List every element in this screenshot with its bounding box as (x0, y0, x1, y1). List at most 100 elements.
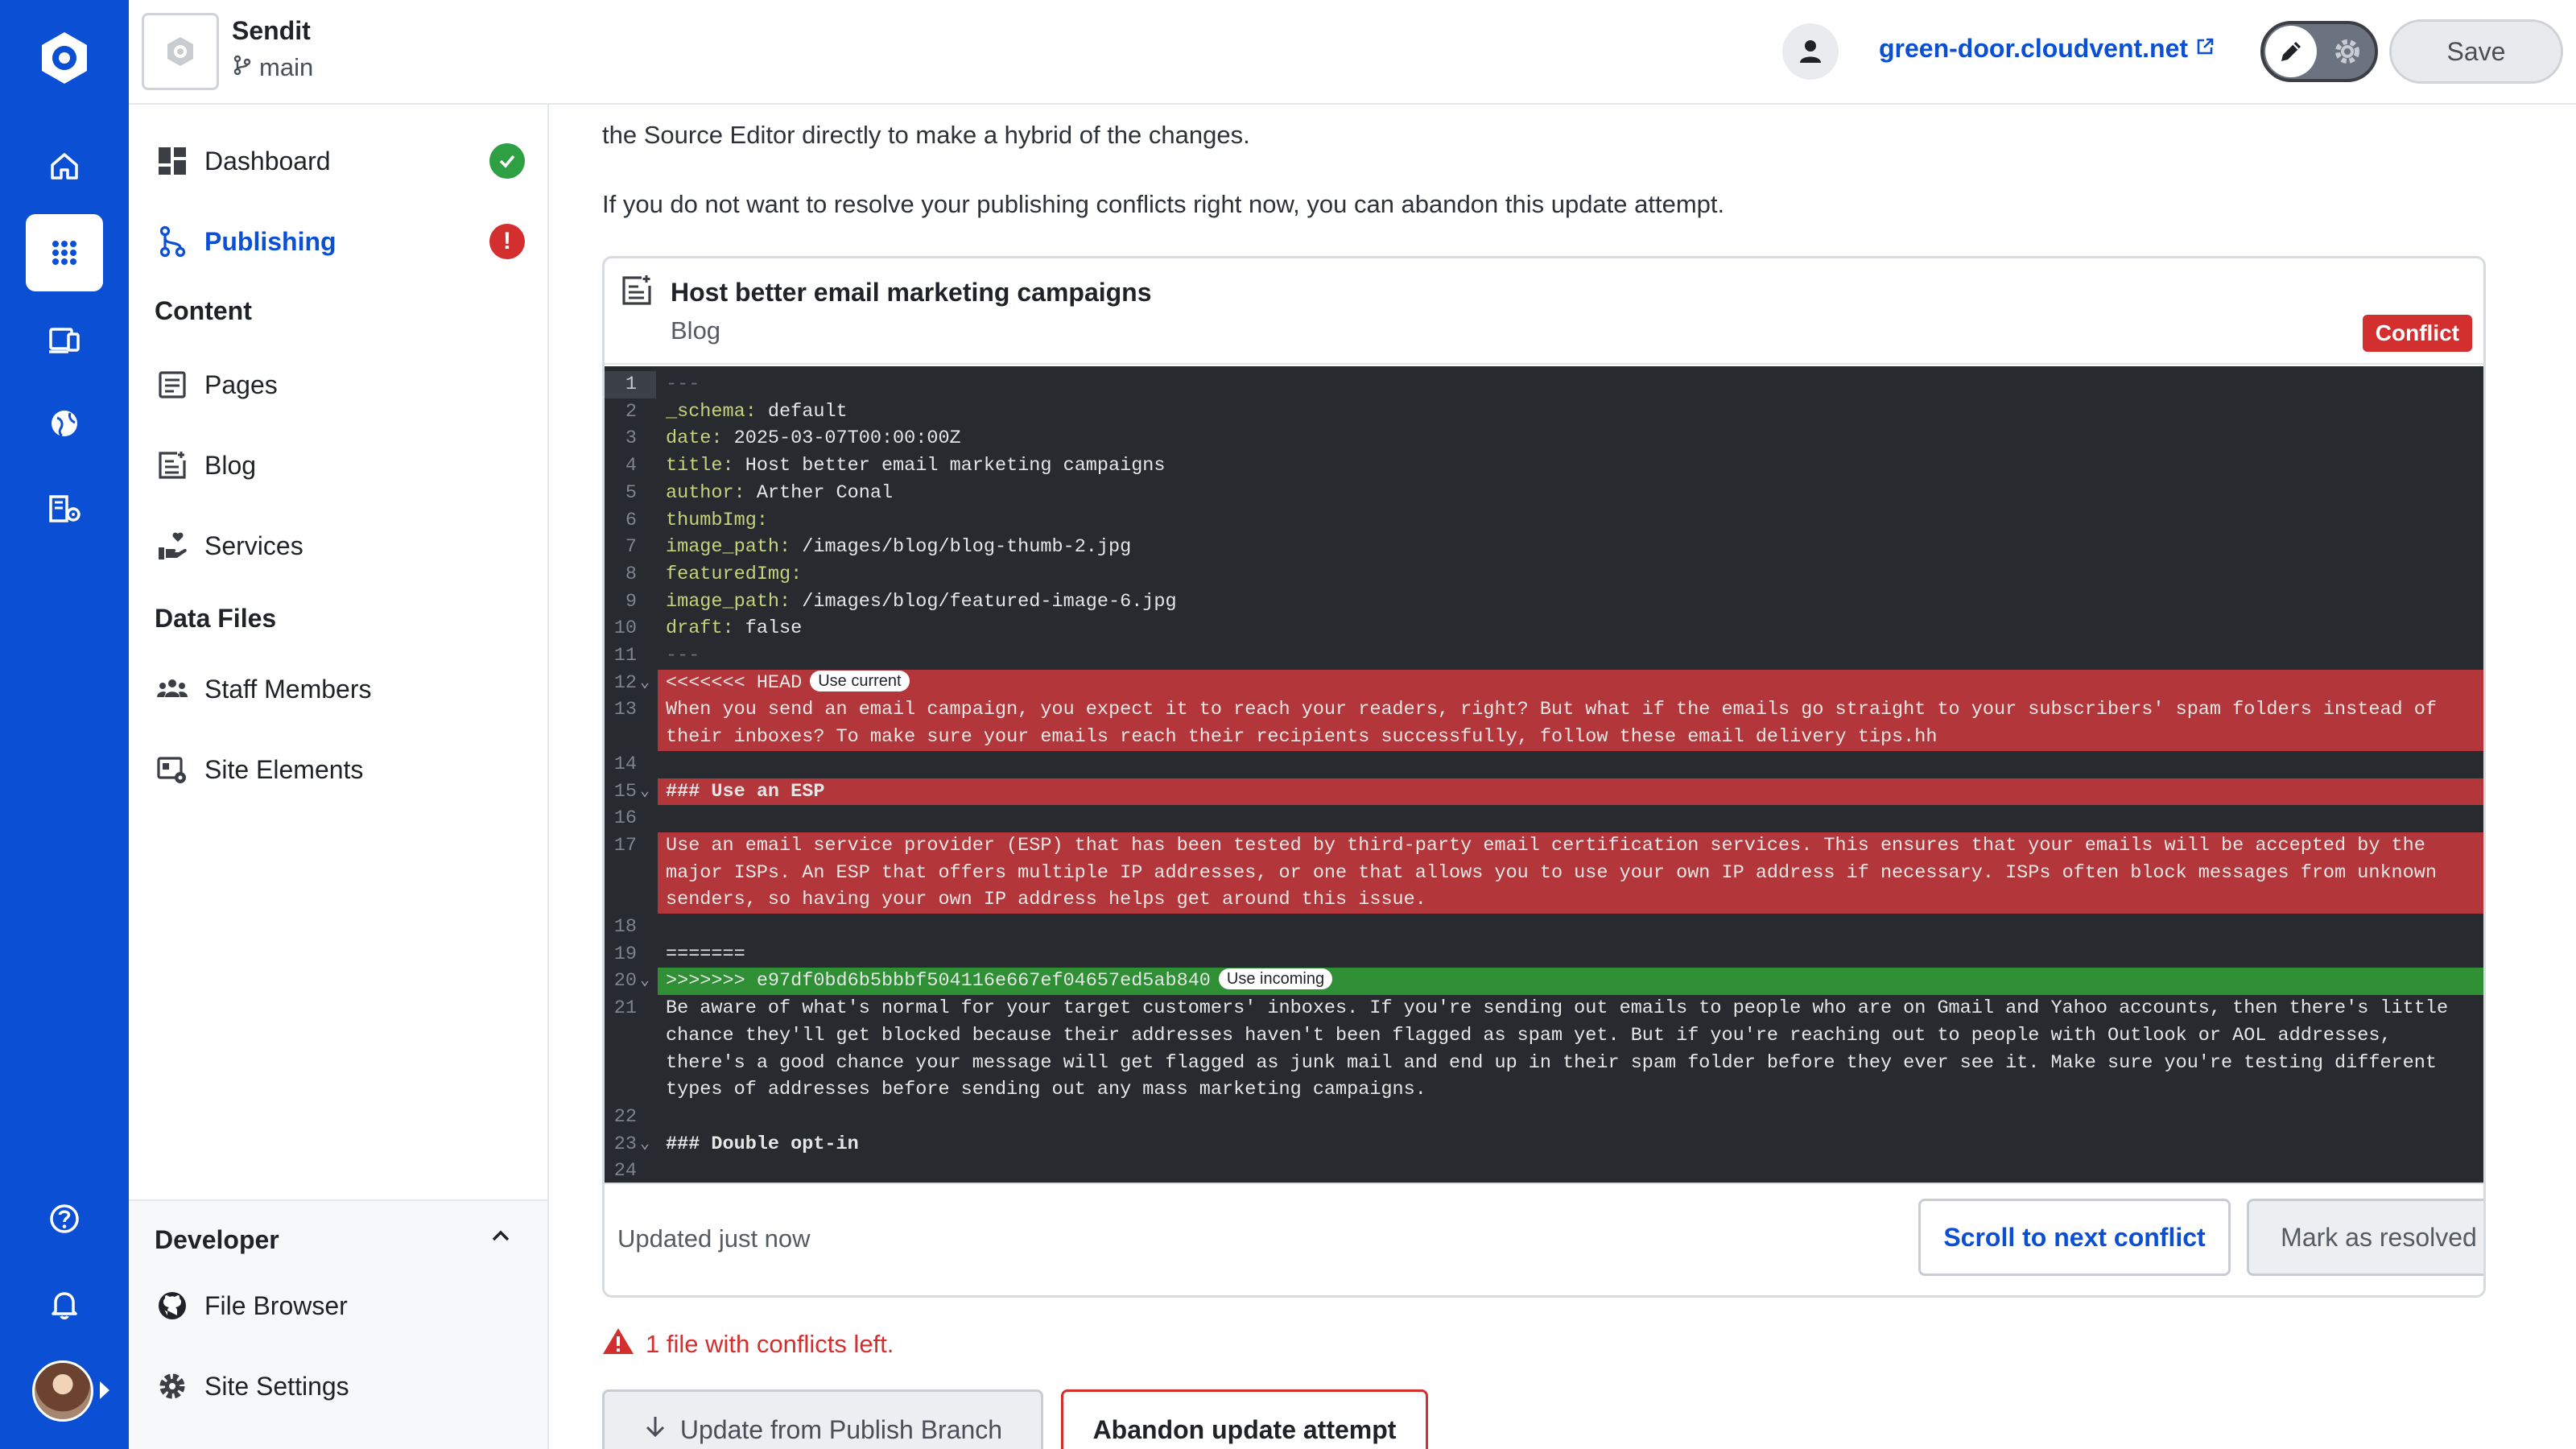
code-line: 23 ⌄ ### Double opt-in (605, 1131, 2483, 1158)
sidebar-item-services[interactable]: Services (155, 520, 525, 572)
site-thumbnail[interactable] (142, 13, 219, 90)
line-number: 24 (613, 1160, 637, 1183)
main-content: the Source Editor directly to make a hyb… (551, 105, 2576, 1449)
fold-chevron-icon[interactable]: ⌄ (640, 670, 650, 697)
sidebar-item-blog[interactable]: Blog (155, 440, 525, 491)
code-line: 10 draft: false (605, 615, 2483, 642)
line-number: 4 (625, 455, 637, 477)
site-name: Sendit (232, 16, 311, 45)
code-text: date: 2025-03-07T00:00:00Z (666, 427, 961, 450)
domain-settings-icon[interactable] (26, 470, 103, 547)
sidebar-item-dashboard[interactable]: Dashboard (155, 135, 525, 187)
home-icon[interactable] (26, 127, 103, 204)
intro-paragraph: the Source Editor directly to make a hyb… (602, 121, 1250, 149)
devices-icon[interactable] (26, 301, 103, 378)
edit-mode-toggle[interactable] (2260, 21, 2378, 82)
code-text: Be aware of what's normal for your targe… (666, 997, 2460, 1101)
sidebar-item-label: Dashboard (204, 146, 331, 175)
code-text: <<<<<<< HEAD Use current (666, 670, 2451, 697)
code-line: 14 (605, 751, 2483, 778)
update-from-publish-branch-button[interactable]: Update from Publish Branch (602, 1389, 1043, 1449)
file-title: Host better email marketing campaigns (671, 278, 1152, 307)
code-line: 2 _schema: default (605, 398, 2483, 426)
use-current-button[interactable]: Use current (810, 670, 910, 691)
mark-as-resolved-button[interactable]: Mark as resolved (2247, 1199, 2483, 1276)
code-text: When you send an email campaign, you exp… (666, 699, 2449, 749)
site-url-link[interactable]: green-door.cloudvent.net (1879, 34, 2215, 64)
code-line: 8 featuredImg: (605, 561, 2483, 588)
content-heading: Content (155, 296, 252, 325)
check-icon (489, 143, 525, 179)
code-text: Use an email service provider (ESP) that… (666, 834, 2449, 911)
fold-chevron-icon[interactable]: ⌄ (640, 968, 650, 995)
bell-icon[interactable] (26, 1265, 103, 1343)
code-line: 18 (605, 914, 2483, 941)
line-number: 11 (613, 645, 637, 667)
cloudcannon-logo[interactable] (32, 26, 97, 90)
help-icon[interactable] (26, 1180, 103, 1257)
sidebar-item-staff-members[interactable]: Staff Members (155, 663, 525, 715)
sidebar-item-label: Services (204, 530, 303, 560)
line-number: 5 (625, 481, 637, 504)
use-incoming-button[interactable]: Use incoming (1218, 968, 1333, 990)
file-header: Host better email marketing campaigns Bl… (605, 258, 2483, 365)
top-bar: Sendit main green-door.cloudvent.net Sav… (129, 0, 2576, 105)
sidebar-item-label: Staff Members (204, 674, 372, 704)
external-link-icon (2194, 34, 2215, 64)
line-number: 17 (613, 834, 637, 857)
data-files-heading: Data Files (155, 604, 277, 633)
line-number: 21 (613, 997, 637, 1020)
line-number: 22 (613, 1105, 637, 1128)
pages-icon (155, 367, 190, 402)
code-text: ### Use an ESP (666, 780, 825, 803)
sidebar-item-pages[interactable]: Pages (155, 359, 525, 411)
site-url-text: green-door.cloudvent.net (1879, 34, 2189, 63)
alert-icon: ! (489, 224, 525, 259)
dashboard-icon (155, 143, 190, 179)
updated-status: Updated just now (617, 1224, 811, 1253)
sidebar-item-label: Publishing (204, 226, 336, 256)
code-line: 4 title: Host better email marketing camp… (605, 452, 2483, 480)
file-footer: Updated just now Scroll to next conflict… (605, 1183, 2483, 1295)
fold-chevron-icon[interactable]: ⌄ (640, 778, 650, 806)
sidebar: Dashboard Publishing ! Content Pages Blo… (129, 105, 549, 1449)
line-number: 10 (613, 617, 637, 640)
sidebar-item-site-elements[interactable]: Site Elements (155, 744, 525, 795)
abandon-update-attempt-button[interactable]: Abandon update attempt (1061, 1389, 1428, 1449)
conflicts-remaining: 1 file with conflicts left. (602, 1327, 894, 1362)
fold-chevron-icon[interactable]: ⌄ (640, 1131, 650, 1158)
branch-indicator[interactable]: main (232, 53, 313, 82)
code-line: 21 Be aware of what's normal for your tar… (605, 995, 2483, 1104)
code-line: 17 Use an email service provider (ESP) th… (605, 832, 2483, 914)
code-line: 11 --- (605, 642, 2483, 670)
apps-grid-icon[interactable] (26, 214, 103, 291)
abandon-paragraph: If you do not want to resolve your publi… (602, 190, 1725, 218)
code-line: 6 thumbImg: (605, 507, 2483, 535)
source-editor[interactable]: 1 --- 2 _schema: default 3 date: 2025-03-07T0… (605, 366, 2483, 1183)
sidebar-item-site-settings[interactable]: Site Settings (155, 1360, 525, 1412)
blog-icon (155, 448, 190, 483)
save-button[interactable]: Save (2389, 19, 2563, 84)
blog-post-icon (619, 273, 654, 308)
chevron-up-icon[interactable] (489, 1225, 512, 1248)
conflict-file-card: Host better email marketing campaigns Bl… (602, 256, 2486, 1298)
sidebar-item-publishing[interactable]: Publishing ! (155, 216, 525, 267)
user-icon[interactable] (1782, 23, 1839, 80)
code-line: 1 --- (605, 371, 2483, 398)
code-line: 15 ⌄ ### Use an ESP (605, 778, 2483, 806)
app-rail (0, 0, 129, 1449)
avatar[interactable] (32, 1360, 93, 1422)
site-elements-icon (155, 752, 190, 787)
globe-icon[interactable] (26, 385, 103, 462)
sidebar-item-file-browser[interactable]: File Browser (155, 1280, 525, 1331)
code-line: 13 When you send an email campaign, you e… (605, 696, 2483, 751)
line-number: 8 (625, 563, 637, 585)
line-number: 13 (613, 699, 637, 721)
line-number: 3 (625, 427, 637, 450)
line-number: 2 (625, 400, 637, 423)
scroll-to-next-conflict-button[interactable]: Scroll to next conflict (1918, 1199, 2231, 1276)
developer-heading: Developer (155, 1225, 279, 1254)
code-text: title: Host better email marketing campa… (666, 455, 1166, 477)
gear-icon (2330, 34, 2365, 69)
sidebar-item-label: File Browser (204, 1290, 348, 1320)
